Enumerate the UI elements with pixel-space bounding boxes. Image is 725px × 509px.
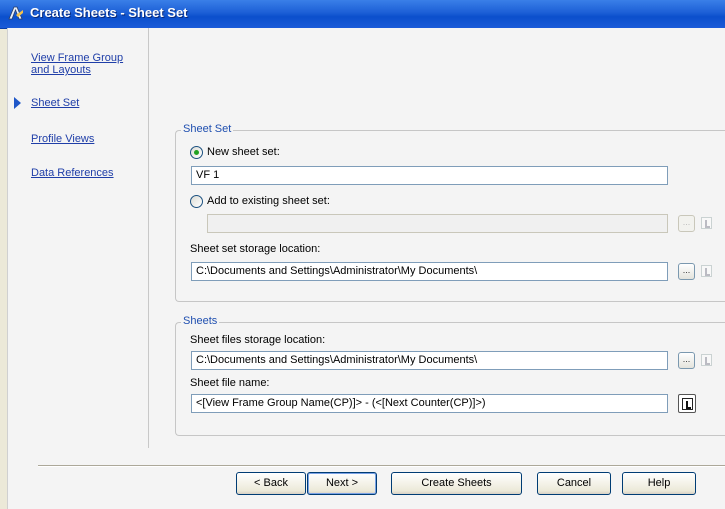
storage-pick-button[interactable] [699, 263, 715, 280]
wizard-nav: View Frame Group and Layouts Sheet Set P… [8, 28, 149, 448]
nav-item-label-line2: and Layouts [31, 64, 91, 76]
sheet-file-name-edit-button[interactable] [678, 394, 696, 413]
back-button[interactable]: < Back [236, 472, 306, 495]
storage-location-label: Sheet set storage location: [190, 243, 321, 255]
cancel-button[interactable]: Cancel [537, 472, 611, 495]
sheet-file-name-field[interactable]: <[View Frame Group Name(CP)]> - (<[Next … [191, 394, 668, 413]
create-sheets-button[interactable]: Create Sheets [391, 472, 522, 495]
title-bar[interactable]: Create Sheets - Sheet Set [0, 0, 725, 29]
help-button[interactable]: Help [622, 472, 696, 495]
add-existing-sheet-set-radio[interactable] [190, 195, 203, 208]
sheet-file-name-label: Sheet file name: [190, 377, 270, 389]
dialog-body: View Frame Group and Layouts Sheet Set P… [7, 28, 725, 509]
files-storage-field[interactable]: C:\Documents and Settings\Administrator\… [191, 351, 668, 370]
name-template-icon [682, 398, 693, 410]
pick-icon [701, 354, 712, 366]
window-title: Create Sheets - Sheet Set [30, 5, 188, 20]
pick-icon [701, 217, 712, 229]
storage-browse-button[interactable]: ... [678, 263, 695, 280]
new-sheet-set-radio[interactable] [190, 146, 203, 159]
storage-location-field[interactable]: C:\Documents and Settings\Administrator\… [191, 262, 668, 281]
nav-item-profile-views[interactable]: Profile Views [31, 133, 94, 145]
nav-item-view-frame-group[interactable]: View Frame Group and Layouts [31, 52, 123, 76]
files-storage-label: Sheet files storage location: [190, 334, 326, 346]
radio-selected-dot [194, 150, 199, 155]
existing-sheet-set-field[interactable] [207, 214, 668, 233]
nav-item-data-references[interactable]: Data References [31, 167, 114, 179]
new-sheet-set-field[interactable]: VF 1 [191, 166, 668, 185]
sheets-legend: Sheets [181, 315, 220, 327]
add-existing-sheet-set-label: Add to existing sheet set: [207, 195, 330, 207]
nav-item-label-line1: View Frame Group [31, 52, 124, 64]
existing-pick-button[interactable] [699, 215, 715, 232]
triangle-right-icon [14, 97, 21, 109]
next-button[interactable]: Next > [307, 472, 377, 495]
civil3d-app-icon [8, 6, 23, 20]
pick-icon [701, 265, 712, 277]
sheet-set-legend: Sheet Set [181, 123, 234, 135]
files-storage-browse-button[interactable]: ... [678, 352, 695, 369]
files-storage-pick-button[interactable] [699, 352, 715, 369]
new-sheet-set-label: New sheet set: [207, 146, 280, 158]
footer-separator [38, 465, 725, 467]
nav-item-sheet-set[interactable]: Sheet Set [31, 97, 79, 109]
existing-browse-button[interactable]: ... [678, 215, 695, 232]
